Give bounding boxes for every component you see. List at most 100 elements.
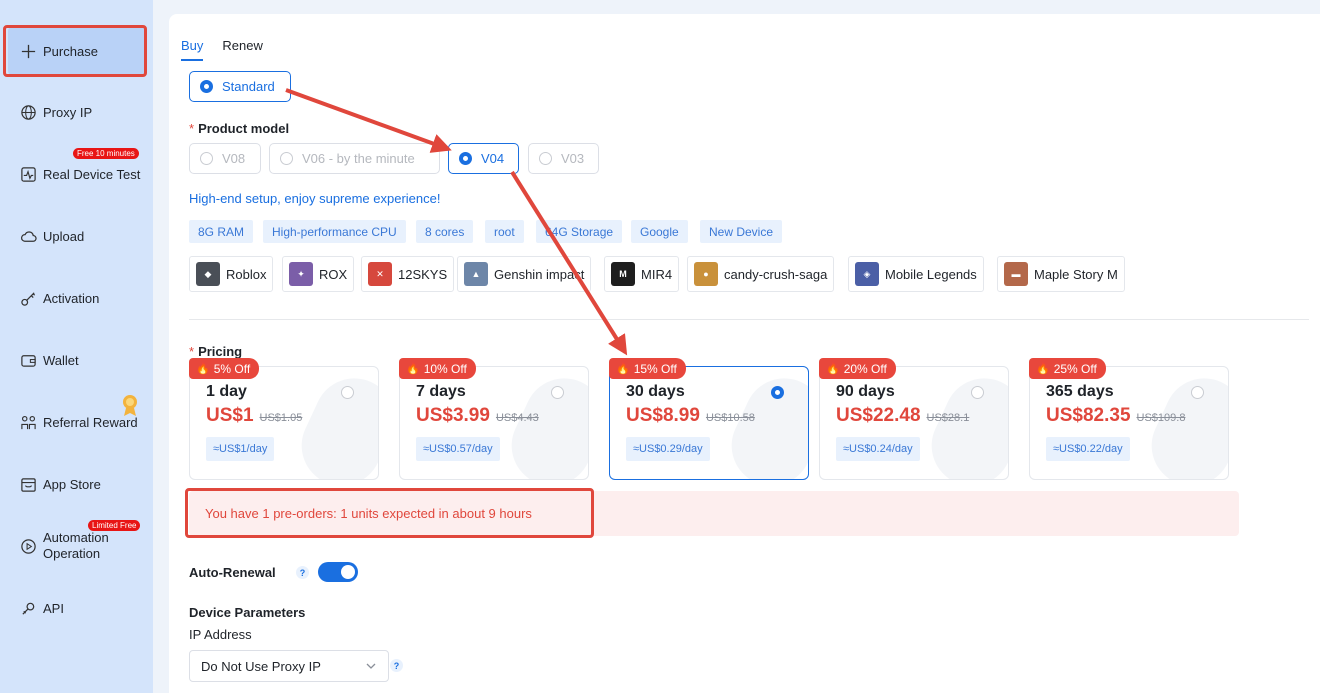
radio-icon xyxy=(1191,386,1204,399)
plan-price: US$8.99 xyxy=(626,405,700,426)
price-card-90-days[interactable]: 90 days US$22.48 US$28.1 ≈US$0.24/day xyxy=(819,366,1009,480)
genshin-icon: ▲ xyxy=(464,262,488,286)
chevron-down-icon xyxy=(366,663,376,669)
help-icon[interactable]: ? xyxy=(296,566,309,579)
pricing-label-text: Pricing xyxy=(198,344,243,359)
model-option-label: V08 xyxy=(222,151,246,166)
plan-days: 7 days xyxy=(416,383,466,400)
people-icon xyxy=(21,415,36,429)
discount-badge: 🔥 10% Off xyxy=(399,358,476,379)
discount-label: 5% Off xyxy=(213,361,251,376)
plan-price: US$82.35 xyxy=(1046,405,1131,426)
plan-days: 90 days xyxy=(836,383,895,400)
sidebar-item-app-store[interactable]: App Store xyxy=(8,460,146,508)
price-card-7-days[interactable]: 7 days US$3.99 US$4.43 ≈US$0.57/day xyxy=(399,366,589,480)
discount-label: 25% Off xyxy=(1053,361,1097,376)
sidebar-item-label: App Store xyxy=(43,476,101,492)
sidebar-item-upload[interactable]: Upload xyxy=(8,212,146,260)
auto-renewal-toggle[interactable] xyxy=(318,562,358,582)
radio-icon xyxy=(280,152,293,165)
plan-per-day: ≈US$0.22/day xyxy=(1046,437,1130,461)
plan-per-day: ≈US$0.24/day xyxy=(836,437,920,461)
plan-price: US$22.48 xyxy=(836,405,921,426)
sidebar-item-activation[interactable]: Activation xyxy=(8,274,146,322)
sidebar-item-wallet[interactable]: Wallet xyxy=(8,336,146,384)
highlight-purchase xyxy=(3,25,147,77)
maple-story-icon: ▬ xyxy=(1004,262,1028,286)
device-parameters-title: Device Parameters xyxy=(189,605,306,620)
discount-badge: 🔥 25% Off xyxy=(1029,358,1106,379)
game-label: 12SKYS xyxy=(398,266,448,282)
plan-per-day: ≈US$1/day xyxy=(206,437,275,461)
model-option-v08[interactable]: V08 xyxy=(189,143,261,174)
limited-free-badge: Limited Free xyxy=(88,520,141,531)
plan-price-row: US$22.48 US$28.1 xyxy=(836,405,969,427)
spec-tag: New Device xyxy=(700,220,783,243)
game-chip: ◈ Mobile Legends xyxy=(848,256,984,292)
model-tagline: High-end setup, enjoy supreme experience… xyxy=(189,191,441,206)
plan-price: US$1 xyxy=(206,405,254,426)
wallet-icon xyxy=(21,354,36,367)
sidebar: Purchase Proxy IP Real Device Test Free … xyxy=(0,0,153,693)
globe-icon xyxy=(21,104,36,120)
game-chip: ▲ Genshin impact xyxy=(457,256,592,292)
play-circle-icon xyxy=(21,538,36,554)
spec-tag: 8G RAM xyxy=(189,220,254,243)
plan-price-row: US$82.35 US$109.8 xyxy=(1046,405,1185,427)
sidebar-item-label: Upload xyxy=(43,228,85,244)
flame-icon: 🔥 xyxy=(406,363,420,375)
ip-address-select[interactable]: Do Not Use Proxy IP xyxy=(189,650,389,682)
auto-renewal-label: Auto-Renewal xyxy=(189,565,276,580)
plan-per-day: ≈US$0.29/day xyxy=(626,437,710,461)
radio-icon xyxy=(971,386,984,399)
price-card-1-day[interactable]: 1 day US$1 US$1.05 ≈US$1/day xyxy=(189,366,379,480)
api-icon xyxy=(22,602,35,615)
sidebar-item-label: Activation xyxy=(43,290,100,306)
game-label: Genshin impact xyxy=(494,266,585,282)
sidebar-item-label: API xyxy=(43,600,64,616)
mobile-legends-icon: ◈ xyxy=(855,262,879,286)
game-chip: ◆ Roblox xyxy=(189,256,274,292)
plan-price-row: US$8.99 US$10.58 xyxy=(626,405,755,427)
tabs: Buy Renew xyxy=(181,38,263,61)
key-icon xyxy=(21,291,36,306)
price-card-30-days[interactable]: 30 days US$8.99 US$10.58 ≈US$0.29/day xyxy=(609,366,809,480)
spec-tag: 64G Storage xyxy=(536,220,623,243)
spec-tag: 8 cores xyxy=(416,220,474,243)
model-option-v06[interactable]: V06 - by the minute xyxy=(269,143,440,174)
model-option-v03[interactable]: V03 xyxy=(528,143,599,174)
help-icon[interactable]: ? xyxy=(390,659,403,672)
price-card-365-days[interactable]: 365 days US$82.35 US$109.8 ≈US$0.22/day xyxy=(1029,366,1229,480)
sidebar-item-api[interactable]: API xyxy=(8,584,146,632)
plan-days: 1 day xyxy=(206,383,247,400)
divider xyxy=(189,319,1309,320)
game-label: ROX xyxy=(319,266,348,282)
main-panel xyxy=(169,14,1320,693)
roblox-icon: ◆ xyxy=(196,262,220,286)
product-model-label: * Product model xyxy=(189,121,290,136)
plan-type-label: Standard xyxy=(222,79,275,94)
plan-price-row: US$1 US$1.05 xyxy=(206,405,302,427)
radio-icon xyxy=(551,386,564,399)
plan-type-standard[interactable]: Standard xyxy=(189,71,291,102)
plan-price-row: US$3.99 US$4.43 xyxy=(416,405,539,427)
game-chip: ✦ ROX xyxy=(282,256,355,292)
cloud-icon xyxy=(21,230,37,242)
ip-address-value: Do Not Use Proxy IP xyxy=(201,658,321,674)
plan-days: 30 days xyxy=(626,383,685,400)
12skys-icon: ✕ xyxy=(368,262,392,286)
radio-icon xyxy=(341,386,354,399)
radio-icon xyxy=(200,80,213,93)
game-chip: M MIR4 xyxy=(604,256,680,292)
tab-renew[interactable]: Renew xyxy=(222,38,262,59)
radio-icon xyxy=(200,152,213,165)
spec-tag: High-performance CPU xyxy=(263,220,406,243)
tab-buy[interactable]: Buy xyxy=(181,38,204,61)
plan-original-price: US$4.43 xyxy=(495,412,539,424)
mir4-icon: M xyxy=(611,262,635,286)
sidebar-item-proxy-ip[interactable]: Proxy IP xyxy=(8,88,146,136)
flame-icon: 🔥 xyxy=(1036,363,1050,375)
spec-tag: Google xyxy=(631,220,688,243)
model-option-v04[interactable]: V04 xyxy=(448,143,519,174)
game-chip: ✕ 12SKYS xyxy=(361,256,455,292)
